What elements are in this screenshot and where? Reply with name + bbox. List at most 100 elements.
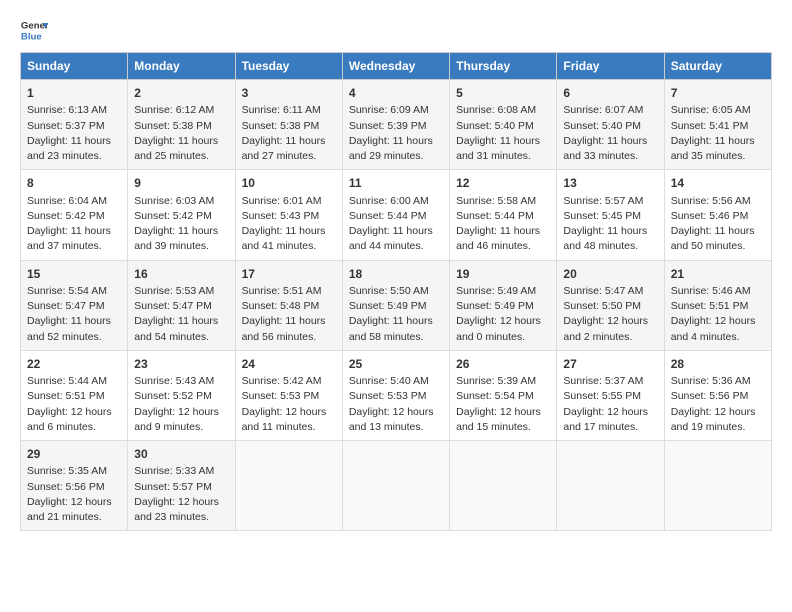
day-info-line: Sunrise: 6:04 AM — [27, 194, 121, 209]
calendar-cell: 10Sunrise: 6:01 AMSunset: 5:43 PMDayligh… — [235, 170, 342, 260]
day-info-line: and 4 minutes. — [671, 330, 765, 345]
day-info-line: Daylight: 12 hours — [27, 495, 121, 510]
day-info-line: Sunset: 5:45 PM — [563, 209, 657, 224]
day-info-line: and 37 minutes. — [27, 239, 121, 254]
day-info-line: Sunrise: 5:53 AM — [134, 284, 228, 299]
calendar-cell: 3Sunrise: 6:11 AMSunset: 5:38 PMDaylight… — [235, 80, 342, 170]
day-number: 12 — [456, 175, 550, 192]
day-info-line: Sunrise: 6:01 AM — [242, 194, 336, 209]
day-number: 6 — [563, 85, 657, 102]
day-number: 25 — [349, 356, 443, 373]
calendar-cell: 9Sunrise: 6:03 AMSunset: 5:42 PMDaylight… — [128, 170, 235, 260]
day-info-line: Sunset: 5:51 PM — [671, 299, 765, 314]
day-header-thursday: Thursday — [450, 53, 557, 80]
day-info-line: Sunrise: 5:39 AM — [456, 374, 550, 389]
day-info-line: and 46 minutes. — [456, 239, 550, 254]
calendar-cell: 6Sunrise: 6:07 AMSunset: 5:40 PMDaylight… — [557, 80, 664, 170]
day-info-line: and 41 minutes. — [242, 239, 336, 254]
day-number: 1 — [27, 85, 121, 102]
day-info-line: Sunrise: 5:37 AM — [563, 374, 657, 389]
day-number: 22 — [27, 356, 121, 373]
day-info-line: Sunset: 5:47 PM — [27, 299, 121, 314]
calendar-cell: 5Sunrise: 6:08 AMSunset: 5:40 PMDaylight… — [450, 80, 557, 170]
day-header-saturday: Saturday — [664, 53, 771, 80]
day-number: 13 — [563, 175, 657, 192]
day-header-friday: Friday — [557, 53, 664, 80]
calendar-cell — [235, 441, 342, 531]
day-info-line: and 17 minutes. — [563, 420, 657, 435]
day-info-line: Daylight: 11 hours — [671, 134, 765, 149]
calendar-cell: 2Sunrise: 6:12 AMSunset: 5:38 PMDaylight… — [128, 80, 235, 170]
day-info-line: and 27 minutes. — [242, 149, 336, 164]
day-number: 11 — [349, 175, 443, 192]
day-header-wednesday: Wednesday — [342, 53, 449, 80]
day-info-line: and 35 minutes. — [671, 149, 765, 164]
day-info-line: Daylight: 11 hours — [349, 224, 443, 239]
day-number: 28 — [671, 356, 765, 373]
day-number: 15 — [27, 266, 121, 283]
day-info-line: Sunset: 5:53 PM — [349, 389, 443, 404]
day-info-line: and 19 minutes. — [671, 420, 765, 435]
day-info-line: Sunrise: 5:35 AM — [27, 464, 121, 479]
day-info-line: Daylight: 11 hours — [27, 134, 121, 149]
day-info-line: and 52 minutes. — [27, 330, 121, 345]
day-number: 16 — [134, 266, 228, 283]
day-info-line: Sunrise: 5:43 AM — [134, 374, 228, 389]
day-info-line: and 13 minutes. — [349, 420, 443, 435]
day-info-line: Sunset: 5:55 PM — [563, 389, 657, 404]
day-number: 26 — [456, 356, 550, 373]
day-info-line: Sunset: 5:57 PM — [134, 480, 228, 495]
day-info-line: Daylight: 11 hours — [563, 134, 657, 149]
calendar-cell: 21Sunrise: 5:46 AMSunset: 5:51 PMDayligh… — [664, 260, 771, 350]
page-header: General Blue — [20, 16, 772, 44]
day-info-line: Daylight: 12 hours — [27, 405, 121, 420]
calendar-cell: 24Sunrise: 5:42 AMSunset: 5:53 PMDayligh… — [235, 350, 342, 440]
day-number: 5 — [456, 85, 550, 102]
day-info-line: Sunset: 5:49 PM — [456, 299, 550, 314]
day-number: 30 — [134, 446, 228, 463]
day-info-line: Sunrise: 6:08 AM — [456, 103, 550, 118]
day-info-line: Sunset: 5:42 PM — [134, 209, 228, 224]
day-info-line: Sunset: 5:54 PM — [456, 389, 550, 404]
day-info-line: Daylight: 11 hours — [671, 224, 765, 239]
day-info-line: and 31 minutes. — [456, 149, 550, 164]
day-info-line: Sunset: 5:49 PM — [349, 299, 443, 314]
calendar-cell: 22Sunrise: 5:44 AMSunset: 5:51 PMDayligh… — [21, 350, 128, 440]
calendar-cell: 23Sunrise: 5:43 AMSunset: 5:52 PMDayligh… — [128, 350, 235, 440]
day-info-line: Daylight: 11 hours — [563, 224, 657, 239]
day-info-line: Daylight: 12 hours — [134, 495, 228, 510]
calendar-cell: 25Sunrise: 5:40 AMSunset: 5:53 PMDayligh… — [342, 350, 449, 440]
day-info-line: Daylight: 11 hours — [349, 314, 443, 329]
calendar-cell — [342, 441, 449, 531]
calendar-week-4: 22Sunrise: 5:44 AMSunset: 5:51 PMDayligh… — [21, 350, 772, 440]
calendar-cell: 1Sunrise: 6:13 AMSunset: 5:37 PMDaylight… — [21, 80, 128, 170]
day-info-line: Daylight: 11 hours — [242, 314, 336, 329]
day-info-line: Daylight: 11 hours — [456, 224, 550, 239]
day-info-line: Daylight: 11 hours — [456, 134, 550, 149]
day-info-line: Daylight: 11 hours — [134, 224, 228, 239]
day-number: 4 — [349, 85, 443, 102]
day-info-line: and 39 minutes. — [134, 239, 228, 254]
day-number: 27 — [563, 356, 657, 373]
day-info-line: Sunset: 5:44 PM — [349, 209, 443, 224]
calendar-cell: 12Sunrise: 5:58 AMSunset: 5:44 PMDayligh… — [450, 170, 557, 260]
day-info-line: and 0 minutes. — [456, 330, 550, 345]
calendar-cell: 7Sunrise: 6:05 AMSunset: 5:41 PMDaylight… — [664, 80, 771, 170]
day-info-line: Sunset: 5:40 PM — [456, 119, 550, 134]
logo: General Blue — [20, 16, 48, 44]
day-info-line: Daylight: 12 hours — [242, 405, 336, 420]
logo-icon: General Blue — [20, 16, 48, 44]
calendar-cell: 14Sunrise: 5:56 AMSunset: 5:46 PMDayligh… — [664, 170, 771, 260]
day-info-line: and 50 minutes. — [671, 239, 765, 254]
day-info-line: Sunrise: 5:40 AM — [349, 374, 443, 389]
day-info-line: Sunrise: 5:54 AM — [27, 284, 121, 299]
day-info-line: Sunset: 5:37 PM — [27, 119, 121, 134]
day-info-line: and 54 minutes. — [134, 330, 228, 345]
day-info-line: Sunset: 5:39 PM — [349, 119, 443, 134]
day-number: 19 — [456, 266, 550, 283]
day-info-line: Sunrise: 5:57 AM — [563, 194, 657, 209]
calendar-cell: 20Sunrise: 5:47 AMSunset: 5:50 PMDayligh… — [557, 260, 664, 350]
day-info-line: and 25 minutes. — [134, 149, 228, 164]
day-info-line: and 56 minutes. — [242, 330, 336, 345]
day-info-line: Sunrise: 6:05 AM — [671, 103, 765, 118]
